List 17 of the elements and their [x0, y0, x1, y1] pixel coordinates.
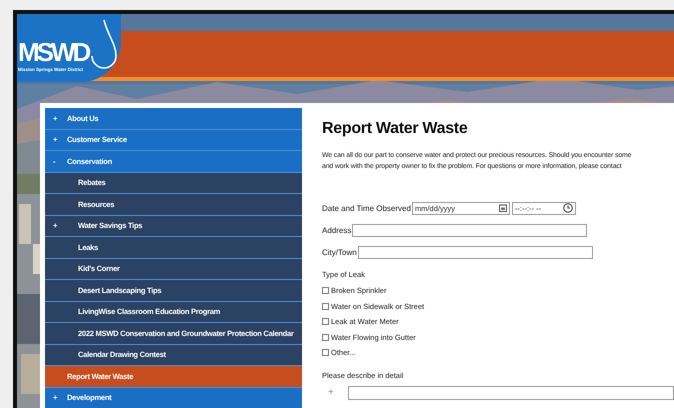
address-field[interactable] — [352, 224, 588, 236]
calendar-icon — [498, 204, 507, 212]
checkbox[interactable] — [322, 334, 329, 341]
logo-wordmark: MSWD — [18, 38, 88, 64]
field-label: Date and Time Observed — [322, 204, 411, 212]
checkbox[interactable] — [322, 349, 329, 356]
expand-toggle[interactable]: + — [322, 387, 348, 398]
checkbox[interactable] — [322, 287, 329, 294]
field-label: City/Town — [322, 248, 357, 256]
field-label: Address — [322, 226, 352, 234]
city-field[interactable] — [358, 246, 593, 258]
page-title: Report Water Waste — [322, 120, 468, 138]
checkbox[interactable] — [322, 318, 329, 326]
checkbox[interactable] — [322, 302, 329, 310]
clock-icon — [562, 203, 573, 213]
water-drop-icon — [90, 18, 118, 70]
details-field[interactable] — [348, 386, 674, 400]
